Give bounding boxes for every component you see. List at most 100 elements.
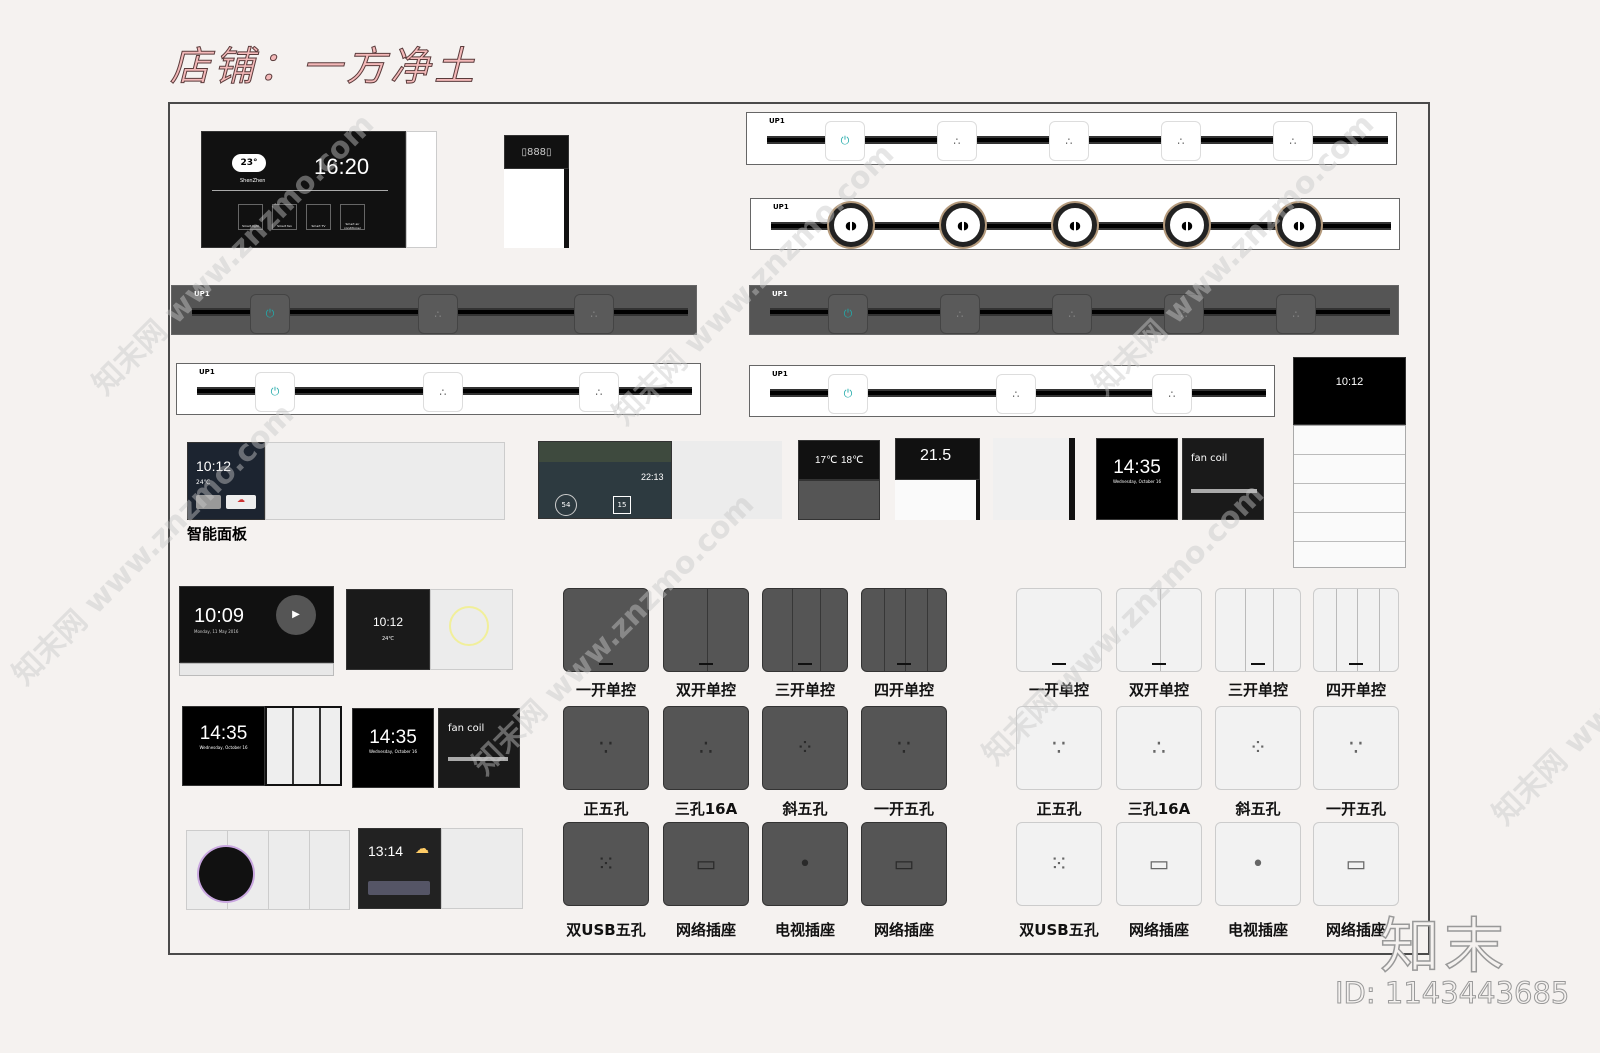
light-socket-panel[interactable]: ∴ [1116, 706, 1202, 790]
lcd-panel-keys[interactable] [504, 169, 569, 248]
dark-socket-panel[interactable]: ∴ [663, 706, 749, 790]
track-socket[interactable]: ∴ [418, 294, 458, 334]
track-socket[interactable]: ∴ [1052, 294, 1092, 334]
panel-label: 一开单控 [575, 681, 636, 699]
round-socket[interactable]: ◖◗ [941, 203, 985, 247]
panel-label: 双USB五孔 [1019, 921, 1099, 939]
light-socket-panel[interactable]: ∵ [1016, 706, 1102, 790]
section-label: 智能面板 [187, 525, 248, 543]
thermostat-2-keys[interactable] [895, 480, 980, 520]
square-panel[interactable]: 10:12 24℃ [346, 589, 430, 670]
side-touch-keys[interactable] [406, 131, 437, 248]
power-button[interactable]: ⏻ [825, 121, 865, 161]
track-socket[interactable]: ∴ [1276, 294, 1316, 334]
clock-date: Wednesday, October 16 [368, 749, 418, 754]
socket-track-3: UP1 ⏻ ∴ ∴ [171, 285, 697, 335]
knob-dial[interactable] [199, 847, 253, 901]
smart-tv-button[interactable]: Smart TV [306, 204, 331, 230]
shop-title: 店铺：一方净土 [170, 44, 478, 91]
dark-socket-panel[interactable]: ▭ [663, 822, 749, 906]
power-button[interactable]: ⏻ [250, 294, 290, 334]
light-socket-panel[interactable]: • [1215, 822, 1301, 906]
smart-panel-2-keys[interactable] [672, 441, 782, 519]
three-gang-keys[interactable] [265, 706, 342, 786]
track-socket[interactable]: ∴ [937, 121, 977, 161]
track-socket[interactable]: ∴ [1161, 121, 1201, 161]
light-switch-panel[interactable] [1016, 588, 1102, 672]
track-label: UP1 [194, 290, 210, 298]
smart-fan-button[interactable]: Smart fan [272, 204, 297, 230]
smart-ac-button[interactable]: Smart air conditioner [340, 204, 365, 230]
panel-label: 电视插座 [774, 921, 835, 939]
tall-panel-keys[interactable] [1293, 425, 1406, 568]
smart-panel-1-keys[interactable] [265, 442, 505, 520]
track-label: UP1 [772, 370, 788, 378]
panel-label: 四开单控 [1325, 681, 1386, 699]
light-socket-panel[interactable]: ∵ [1313, 706, 1399, 790]
track-socket[interactable]: ∴ [1164, 294, 1204, 334]
power-button[interactable]: ⏻ [828, 294, 868, 334]
track-label: UP1 [769, 117, 785, 125]
light-switch-panel[interactable] [1116, 588, 1202, 672]
round-socket[interactable]: ◖◗ [1165, 203, 1209, 247]
dark-socket-panel[interactable]: ▭ [861, 822, 947, 906]
track-socket[interactable]: ∴ [579, 372, 619, 412]
weather-panel[interactable]: 13:14 ☁ [358, 828, 441, 909]
light-socket-panel[interactable]: ⁘ [1215, 706, 1301, 790]
dark-switch-panel[interactable] [663, 588, 749, 672]
video-panel[interactable]: 10:09 Monday, 11 May 2016 ▶ [179, 586, 334, 663]
clock-panel-2[interactable]: 14:35 Wednesday, October 16 [182, 706, 265, 786]
track-socket[interactable]: ∴ [574, 294, 614, 334]
socket-track-2: UP1 ◖◗ ◖◗ ◖◗ ◖◗ ◖◗ [750, 198, 1400, 250]
smart-screen-main[interactable]: 23° ShenZhen 16:20 Smart light Smart fan… [201, 131, 406, 248]
fan-coil-panel[interactable]: fan coil [1182, 438, 1264, 520]
thermostat-1-keys[interactable] [798, 480, 880, 520]
clock-panel[interactable]: 14:35 Wednesday, October 16 [1096, 438, 1178, 520]
track-socket[interactable]: ∴ [996, 374, 1036, 414]
light-switch-panel[interactable] [1215, 588, 1301, 672]
light-switch-panel[interactable] [1313, 588, 1399, 672]
track-socket[interactable]: ∴ [1152, 374, 1192, 414]
light-socket-panel[interactable]: ▭ [1313, 822, 1399, 906]
track-label: UP1 [772, 290, 788, 298]
power-button[interactable]: ⏻ [255, 372, 295, 412]
blank-panel[interactable] [993, 438, 1075, 520]
knob-panel[interactable] [186, 830, 350, 910]
track-label: UP1 [773, 203, 789, 211]
dark-switch-panel[interactable] [762, 588, 848, 672]
panel-label: 四开单控 [873, 681, 934, 699]
panel-time: 10:12 [196, 458, 232, 474]
play-icon[interactable]: ▶ [276, 595, 316, 635]
dark-socket-panel[interactable]: ∵ [563, 706, 649, 790]
watermark: 知末网 www.znzmo.com [1486, 536, 1600, 833]
clock-panel-3[interactable]: 14:35 Wednesday, October 16 [352, 708, 434, 788]
light-socket-panel[interactable]: ⁙ [1016, 822, 1102, 906]
dark-switch-panel[interactable] [563, 588, 649, 672]
round-socket[interactable]: ◖◗ [1053, 203, 1097, 247]
dark-socket-panel[interactable]: ⁙ [563, 822, 649, 906]
dark-socket-panel[interactable]: • [762, 822, 848, 906]
track-socket[interactable]: ∴ [1273, 121, 1313, 161]
round-socket[interactable]: ◖◗ [1277, 203, 1321, 247]
tall-panel-screen[interactable]: 10:12 [1293, 357, 1406, 425]
smart-panel-1[interactable]: 10:12 24℃ ☁ [187, 442, 265, 520]
light-socket-panel[interactable]: ▭ [1116, 822, 1202, 906]
clock-time: 16:20 [314, 154, 370, 179]
ring-key-panel[interactable] [430, 589, 513, 670]
dark-socket-panel[interactable]: ∵ [861, 706, 947, 790]
clock-date: Wednesday, October 16 [199, 745, 248, 750]
round-socket[interactable]: ◖◗ [829, 203, 873, 247]
fan-coil-panel-2[interactable]: fan coil [438, 708, 520, 788]
track-socket[interactable]: ∴ [940, 294, 980, 334]
power-button[interactable]: ⏻ [828, 374, 868, 414]
dark-switch-panel[interactable] [861, 588, 947, 672]
dark-socket-panel[interactable]: ⁘ [762, 706, 848, 790]
track-socket[interactable]: ∴ [1049, 121, 1089, 161]
track-socket[interactable]: ∴ [423, 372, 463, 412]
smart-light-button[interactable]: Smart light [238, 204, 263, 230]
clock-time: 14:35 [369, 727, 417, 748]
brand-watermark: 知末 [1379, 911, 1508, 983]
weather-panel-keys[interactable] [441, 828, 523, 909]
panel-label: 电视插座 [1227, 921, 1288, 939]
smart-panel-2[interactable]: 22:13 54 15 [538, 441, 672, 519]
